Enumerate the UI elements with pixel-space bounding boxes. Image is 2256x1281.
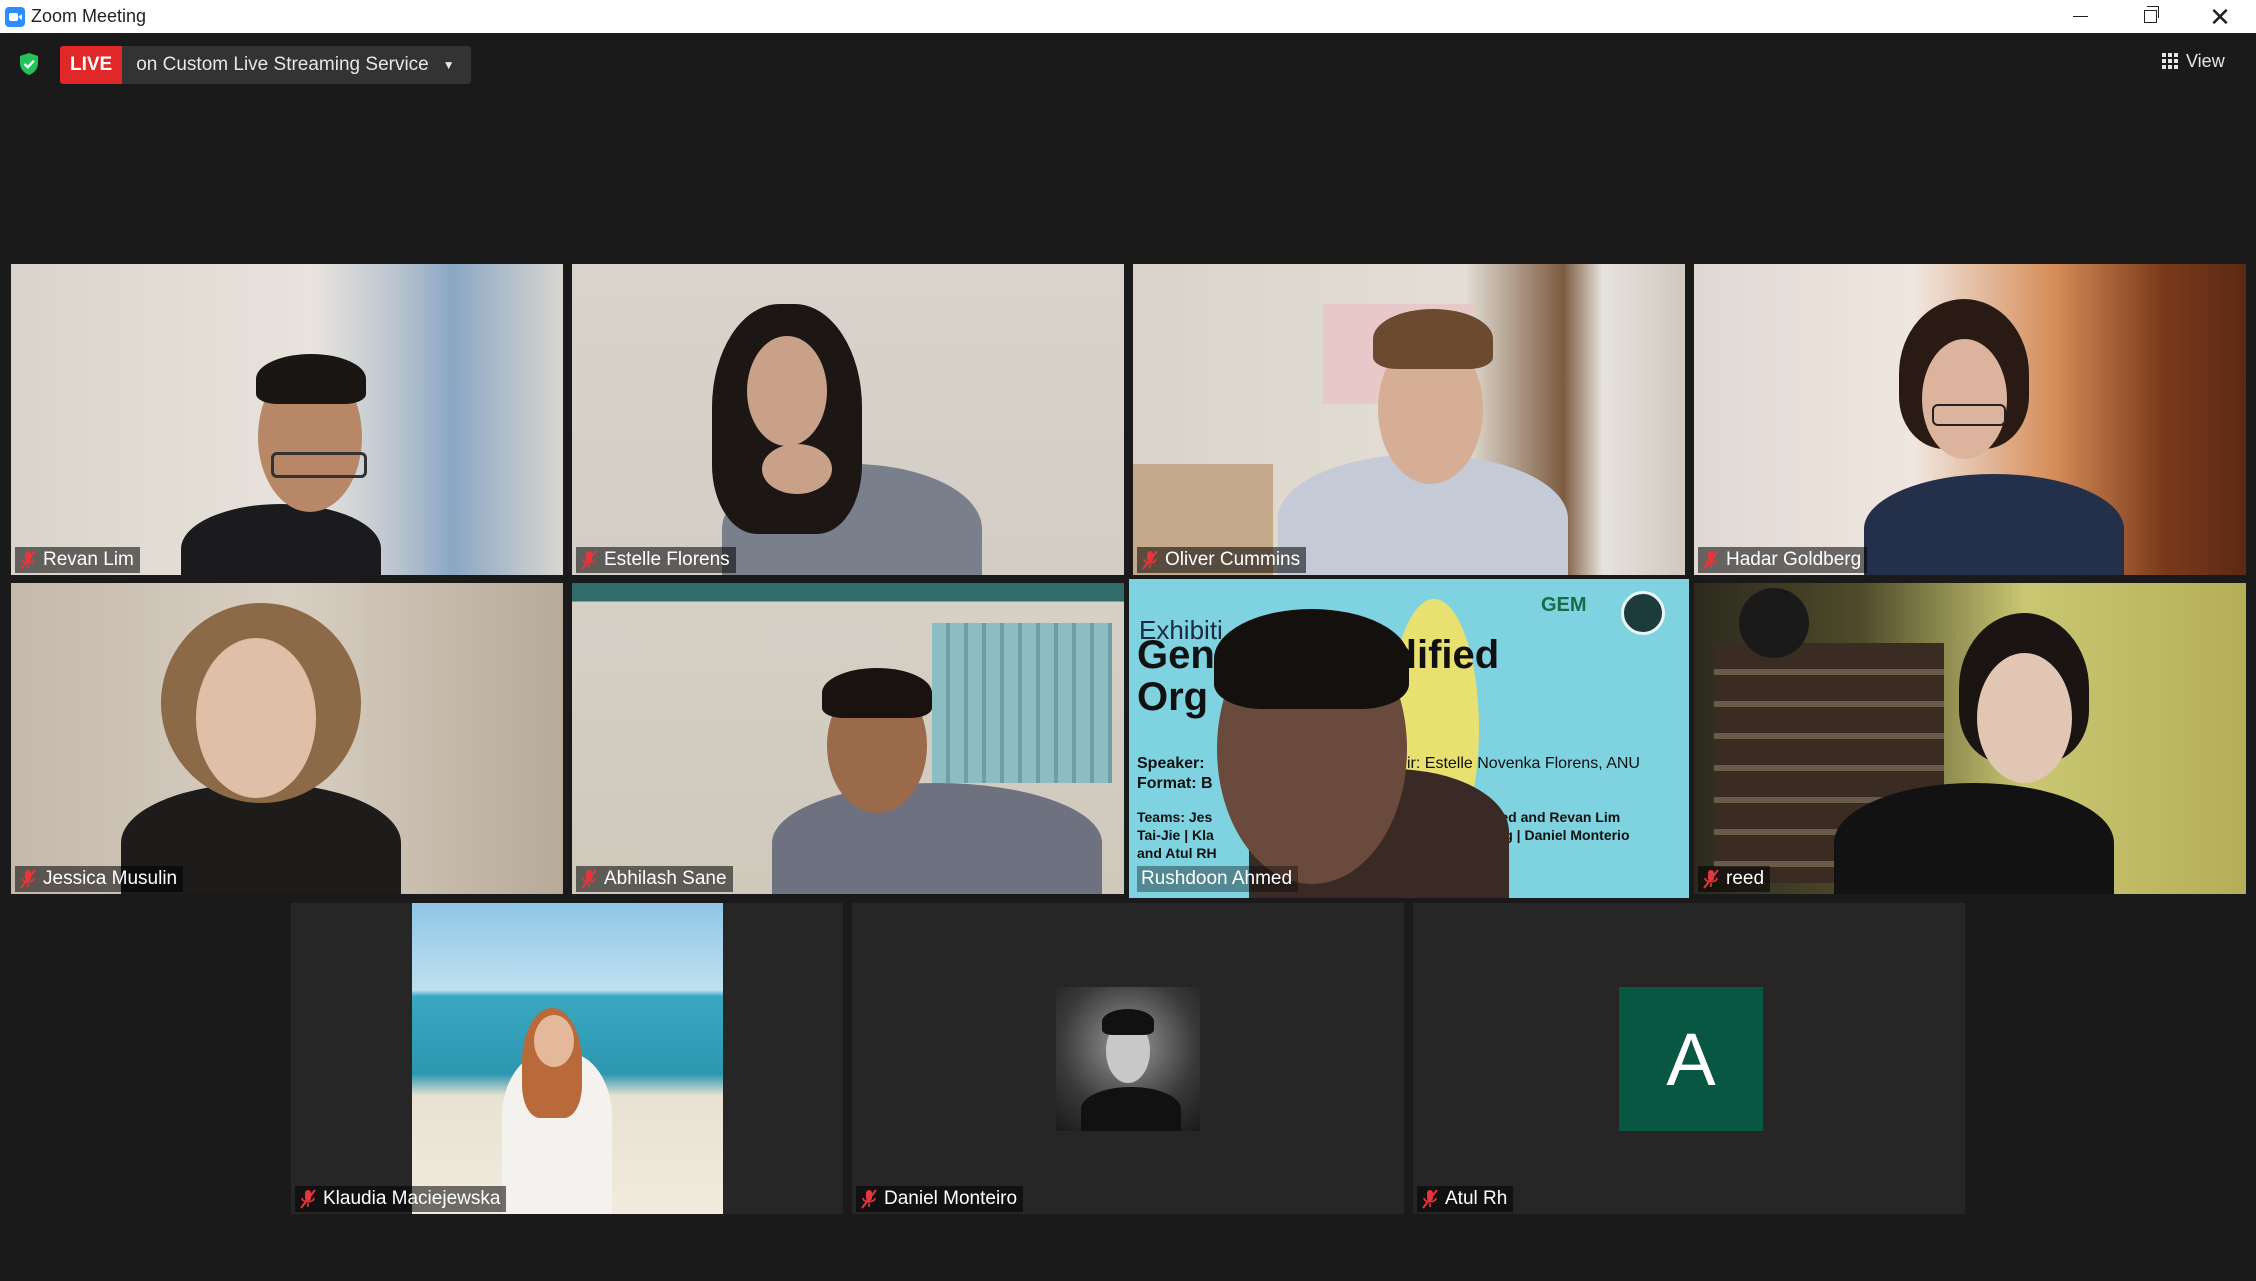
video-tile[interactable]: A Atul Rh [1413, 903, 1965, 1214]
live-service-label: on Custom Live Streaming Service [136, 54, 429, 75]
video-tile[interactable]: Abhilash Sane [572, 583, 1124, 894]
video-feed [11, 264, 563, 575]
video-tile[interactable]: Revan Lim [11, 264, 563, 575]
participant-name-tag: Rushdoon Ahmed [1137, 866, 1299, 892]
mic-muted-icon [20, 550, 36, 570]
video-feed [291, 903, 843, 1214]
participant-name: Rushdoon Ahmed [1141, 868, 1293, 889]
video-feed: A [1413, 903, 1965, 1214]
video-feed [1133, 264, 1685, 575]
participant-name-tag: Revan Lim [15, 547, 140, 573]
participant-name: Estelle Florens [604, 549, 730, 570]
video-feed [572, 583, 1124, 894]
view-label: View [2186, 50, 2225, 71]
video-tile[interactable]: Estelle Florens [572, 264, 1124, 575]
video-feed [852, 903, 1404, 1214]
participant-name: Daniel Monteiro [884, 1188, 1018, 1209]
participant-name: Oliver Cummins [1165, 549, 1301, 570]
participant-name-tag: reed [1698, 866, 1771, 892]
mic-muted-icon [581, 869, 597, 889]
mic-muted-icon [20, 869, 36, 889]
video-tile[interactable]: Jessica Musulin [11, 583, 563, 894]
video-feed [572, 264, 1124, 575]
close-button[interactable]: ✕ [2185, 0, 2255, 33]
gem-logo: GEM [1541, 594, 1587, 616]
mic-muted-icon [1703, 869, 1719, 889]
participant-name-tag: Abhilash Sane [576, 866, 733, 892]
restore-button[interactable] [2115, 0, 2185, 33]
participant-name-tag: Daniel Monteiro [856, 1186, 1024, 1212]
participant-name-tag: Jessica Musulin [15, 866, 184, 892]
view-button[interactable]: View [2162, 46, 2225, 76]
live-stream-indicator[interactable]: LIVE on Custom Live Streaming Service ▼ [60, 46, 471, 84]
live-badge: LIVE [60, 46, 123, 84]
university-seal-icon [1621, 591, 1665, 635]
live-stream-dropdown[interactable]: on Custom Live Streaming Service ▼ [122, 46, 471, 84]
mic-muted-icon [581, 550, 597, 570]
video-feed [11, 583, 563, 894]
participant-name: Revan Lim [43, 549, 134, 570]
video-tile[interactable]: reed [1694, 583, 2246, 894]
close-icon: ✕ [2209, 1, 2231, 32]
participant-name-tag: Atul Rh [1417, 1186, 1514, 1212]
video-feed [1694, 583, 2246, 894]
window-title-bar: Zoom Meeting ✕ [0, 0, 2256, 33]
profile-picture [1056, 987, 1200, 1131]
chevron-down-icon: ▼ [442, 58, 455, 72]
participant-name-tag: Klaudia Maciejewska [295, 1186, 507, 1212]
participant-name: reed [1726, 868, 1765, 889]
video-tile[interactable]: Hadar Goldberg [1694, 264, 2246, 575]
video-tile-active-speaker[interactable]: GEM Exhibitite GenModifiedOrg Speaker: i… [1129, 579, 1689, 898]
participant-name-tag: Estelle Florens [576, 547, 736, 573]
participant-name: Klaudia Maciejewska [323, 1188, 501, 1209]
security-shield-icon[interactable] [18, 52, 40, 76]
mic-muted-icon [1142, 550, 1158, 570]
video-feed [1694, 264, 2246, 575]
minimize-button[interactable] [2045, 0, 2115, 33]
zoom-app-icon [5, 6, 25, 27]
mic-muted-icon [300, 1189, 316, 1209]
grid-view-icon [2162, 53, 2178, 69]
video-tile[interactable]: Daniel Monteiro [852, 903, 1404, 1214]
video-tile[interactable]: Oliver Cummins [1133, 264, 1685, 575]
mic-muted-icon [861, 1189, 877, 1209]
mic-muted-icon [1703, 550, 1719, 570]
participant-name: Atul Rh [1445, 1188, 1508, 1209]
participant-name: Jessica Musulin [43, 868, 178, 889]
profile-picture [412, 903, 723, 1214]
participant-name-tag: Oliver Cummins [1137, 547, 1307, 573]
window-title: Zoom Meeting [31, 6, 147, 26]
participant-name-tag: Hadar Goldberg [1698, 547, 1868, 573]
participant-name: Hadar Goldberg [1726, 549, 1862, 570]
minimize-icon [2072, 15, 2088, 18]
avatar: A [1619, 987, 1763, 1131]
restore-icon [2143, 6, 2159, 23]
shared-slide-background: GEM Exhibitite GenModifiedOrg Speaker: i… [1129, 579, 1689, 898]
mic-muted-icon [1422, 1189, 1438, 1209]
participant-name: Abhilash Sane [604, 868, 727, 889]
video-tile[interactable]: Klaudia Maciejewska [291, 903, 843, 1214]
